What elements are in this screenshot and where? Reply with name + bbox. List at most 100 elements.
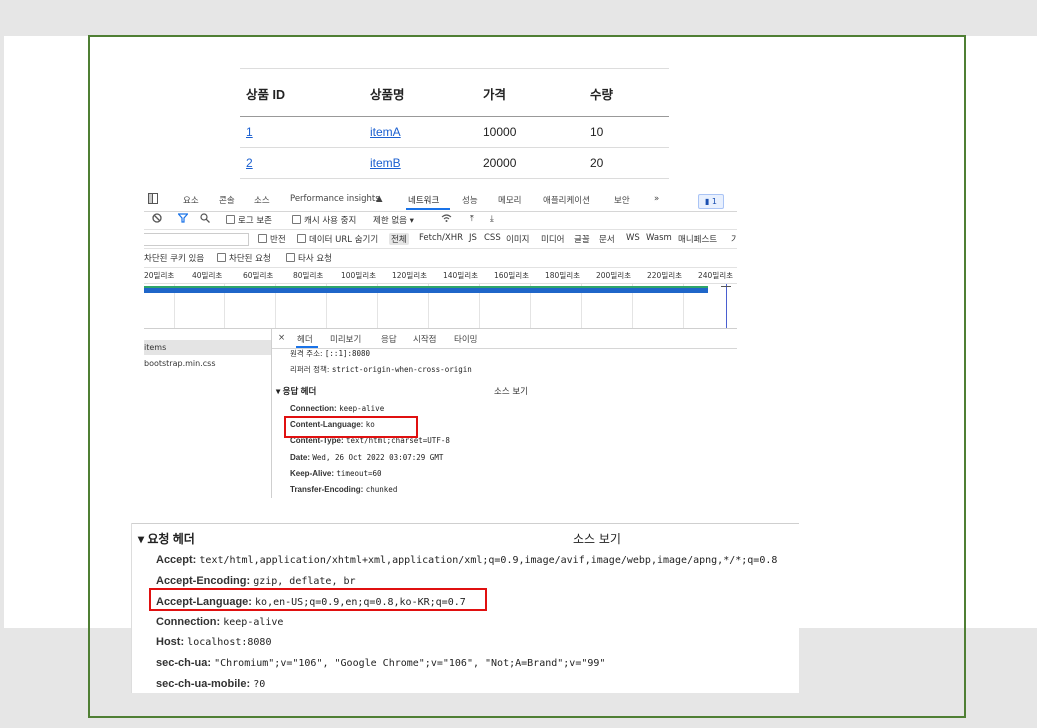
request-header-line: Connection: keep-alive bbox=[156, 616, 284, 628]
tab-performance-insights[interactable]: Performance insights bbox=[290, 194, 380, 204]
filter-type-img[interactable]: 이미지 bbox=[506, 233, 529, 245]
disable-cache-checkbox[interactable]: 캐시 사용 중지 bbox=[292, 214, 356, 226]
tick-label: 160밀리초 bbox=[494, 271, 530, 280]
request-list: items bootstrap.min.css bbox=[144, 329, 272, 498]
response-headers-section[interactable]: ▾ 응답 헤더 bbox=[276, 385, 316, 397]
request-header-line: Accept-Encoding: gzip, deflate, br bbox=[156, 575, 356, 587]
request-waterfall-bar bbox=[144, 286, 708, 293]
devtools-tabbar: 요소 콘솔 소스 Performance insights ▲ 네트워크 성능 … bbox=[144, 190, 737, 212]
column-header: 상품명 bbox=[370, 88, 405, 102]
filter-type-fetch[interactable]: Fetch/XHR bbox=[419, 233, 463, 243]
filter-type-js[interactable]: JS bbox=[469, 233, 477, 243]
filter-type-doc[interactable]: 문서 bbox=[599, 233, 615, 245]
tick-label: 200밀리초 bbox=[596, 271, 632, 280]
item-id-link[interactable]: 2 bbox=[246, 156, 253, 170]
tab-timing[interactable]: 타이밍 bbox=[454, 333, 477, 345]
tick-label: 80밀리초 bbox=[293, 271, 324, 280]
request-detail-panel: × 헤더 미리보기 응답 시작점 타이밍 원격 주소: [::1]:8080 리… bbox=[272, 329, 737, 498]
third-party-label: 타사 요청 bbox=[298, 254, 332, 264]
throttling-value: 제한 없음 bbox=[373, 216, 407, 226]
general-referrer-policy: 리퍼러 정책: strict-origin-when-cross-origin bbox=[290, 365, 472, 374]
detail-tabbar: × 헤더 미리보기 응답 시작점 타이밍 bbox=[272, 329, 737, 349]
filter-type-other[interactable]: 기 bbox=[731, 233, 737, 245]
response-header-line: Keep-Alive: timeout=60 bbox=[290, 469, 382, 478]
tab-memory[interactable]: 메모리 bbox=[498, 194, 521, 206]
filter-type-all[interactable]: 전체 bbox=[389, 233, 409, 245]
wifi-icon[interactable] bbox=[441, 213, 452, 226]
request-header-line: Accept: text/html,application/xhtml+xml,… bbox=[156, 554, 778, 566]
filter-input[interactable] bbox=[144, 233, 249, 246]
tick-label: 240밀리초 bbox=[698, 271, 734, 280]
blocked-cookies-label[interactable]: 차단된 쿠키 있음 bbox=[144, 252, 204, 264]
view-source-link[interactable]: 소스 보기 bbox=[494, 385, 528, 397]
view-source-link[interactable]: 소스 보기 bbox=[573, 530, 621, 547]
tick-label: 60밀리초 bbox=[243, 271, 274, 280]
flask-icon: ▲ bbox=[376, 194, 383, 204]
filter-type-font[interactable]: 글꼴 bbox=[574, 233, 590, 245]
disable-cache-label: 캐시 사용 중지 bbox=[304, 216, 357, 226]
item-id-link[interactable]: 1 bbox=[246, 125, 253, 139]
filter-type-ws[interactable]: WS bbox=[626, 233, 640, 243]
filter-type-manifest[interactable]: 매니페스트 bbox=[678, 233, 717, 245]
search-icon[interactable] bbox=[200, 213, 210, 226]
product-table: 상품 ID 상품명 가격 수량 1 itemA 10000 10 2 itemB… bbox=[240, 68, 669, 179]
tab-initiator[interactable]: 시작점 bbox=[413, 333, 436, 345]
third-party-checkbox[interactable]: 타사 요청 bbox=[286, 252, 332, 264]
tab-sources[interactable]: 소스 bbox=[254, 194, 270, 206]
filter-type-wasm[interactable]: Wasm bbox=[646, 233, 672, 243]
tick-label: 120밀리초 bbox=[392, 271, 428, 280]
table-row: 1 itemA 10000 10 bbox=[240, 117, 669, 148]
request-item-items[interactable]: items bbox=[144, 340, 271, 355]
timeline-marker bbox=[721, 286, 731, 287]
network-toolbar: 로그 보존 캐시 사용 중지 제한 없음 ▾ ⤒ ⤓ bbox=[144, 211, 737, 230]
item-quantity: 10 bbox=[590, 125, 604, 139]
cookie-filter-row: 차단된 쿠키 있음 차단된 요청 타사 요청 bbox=[144, 249, 737, 268]
request-headers-section[interactable]: ▾ 요청 헤더 bbox=[138, 530, 195, 547]
download-icon[interactable]: ⤓ bbox=[490, 214, 494, 224]
hide-data-urls-checkbox[interactable]: 데이터 URL 숨기기 bbox=[297, 233, 378, 245]
response-header-line: Date: Wed, 26 Oct 2022 03:07:29 GMT bbox=[290, 453, 444, 462]
network-lower-area: items bootstrap.min.css × 헤더 미리보기 응답 시작점… bbox=[144, 328, 737, 498]
invert-checkbox[interactable]: 반전 bbox=[258, 233, 286, 245]
upload-icon[interactable]: ⤒ bbox=[470, 214, 474, 224]
request-item-bootstrap[interactable]: bootstrap.min.css bbox=[144, 356, 271, 371]
active-tab-indicator bbox=[406, 208, 450, 210]
tab-network[interactable]: 네트워크 bbox=[408, 194, 439, 206]
accept-language-highlight bbox=[149, 588, 487, 611]
dock-icon[interactable] bbox=[148, 193, 158, 207]
item-price: 10000 bbox=[483, 125, 517, 139]
filter-type-css[interactable]: CSS bbox=[484, 233, 501, 243]
tab-headers[interactable]: 헤더 bbox=[297, 333, 313, 345]
item-name-link[interactable]: itemA bbox=[370, 125, 401, 139]
general-remote-address: 원격 주소: [::1]:8080 bbox=[290, 349, 371, 358]
content-language-highlight bbox=[284, 416, 418, 438]
close-detail-button[interactable]: × bbox=[278, 333, 285, 343]
messages-badge[interactable]: ▮ 1 bbox=[698, 194, 724, 209]
invert-label: 반전 bbox=[270, 235, 286, 245]
item-price: 20000 bbox=[483, 156, 517, 170]
tab-performance[interactable]: 성능 bbox=[462, 194, 478, 206]
tab-elements[interactable]: 요소 bbox=[183, 194, 199, 206]
column-header: 수량 bbox=[590, 88, 614, 102]
blocked-requests-checkbox[interactable]: 차단된 요청 bbox=[217, 252, 271, 264]
timeline-ticks: 20밀리초 40밀리초 60밀리초 80밀리초 100밀리초 120밀리초 14… bbox=[144, 267, 737, 284]
response-header-line: Transfer-Encoding: chunked bbox=[290, 485, 398, 494]
tab-application[interactable]: 애플리케이션 bbox=[543, 194, 590, 206]
filter-icon[interactable] bbox=[177, 213, 189, 226]
tab-security[interactable]: 보안 bbox=[614, 194, 630, 206]
preserve-log-checkbox[interactable]: 로그 보존 bbox=[226, 214, 272, 226]
tick-label: 20밀리초 bbox=[144, 271, 175, 280]
filter-row: 반전 데이터 URL 숨기기 전체 Fetch/XHR JS CSS 이미지 미… bbox=[144, 230, 737, 249]
filter-type-media[interactable]: 미디어 bbox=[541, 233, 564, 245]
tab-response[interactable]: 응답 bbox=[381, 333, 397, 345]
item-name-link[interactable]: itemB bbox=[370, 156, 401, 170]
tick-label: 40밀리초 bbox=[192, 271, 223, 280]
tab-console[interactable]: 콘솔 bbox=[219, 194, 235, 206]
message-count: 1 bbox=[711, 197, 718, 206]
response-header-line: Connection: keep-alive bbox=[290, 404, 385, 413]
column-header: 가격 bbox=[483, 88, 507, 102]
more-tabs-button[interactable]: » bbox=[654, 194, 659, 204]
clear-icon[interactable] bbox=[152, 213, 162, 226]
tab-preview[interactable]: 미리보기 bbox=[330, 333, 361, 345]
throttling-select[interactable]: 제한 없음 ▾ bbox=[373, 214, 414, 226]
